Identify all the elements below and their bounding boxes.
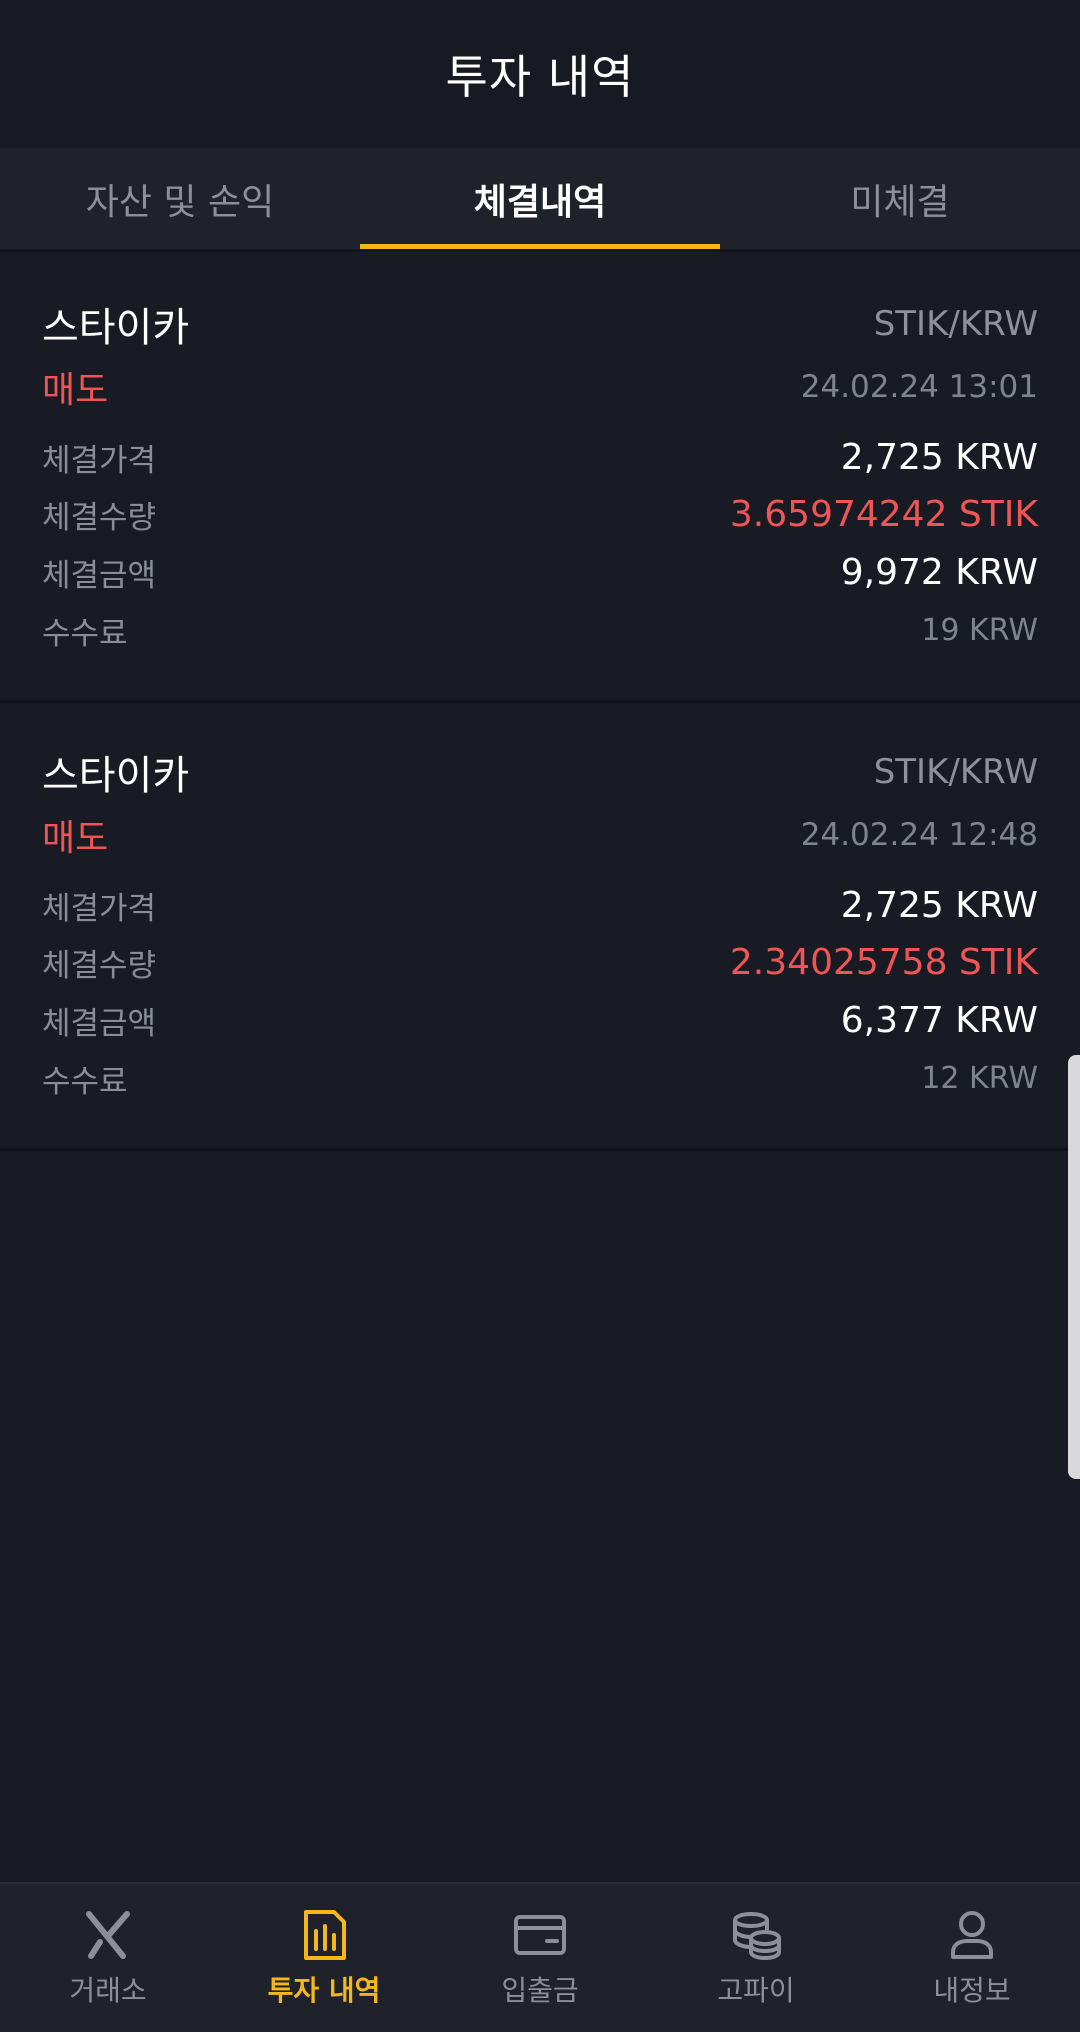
report-icon <box>296 1907 352 1963</box>
trade-item[interactable]: 스타이카 STIK/KRW 매도 24.02.24 12:48 체결가격 2,7… <box>0 703 1080 1151</box>
nav-label: 고파이 <box>717 1974 795 2007</box>
quantity-value: 3.65974242 STIK <box>729 494 1038 535</box>
trade-datetime: 24.02.24 13:01 <box>800 369 1038 405</box>
trade-item[interactable]: 스타이카 STIK/KRW 매도 24.02.24 13:01 체결가격 2,7… <box>0 255 1080 703</box>
coin-name: 스타이카 <box>42 753 190 799</box>
wallet-icon <box>512 1907 568 1963</box>
nav-deposit-withdraw[interactable]: 입출금 <box>432 1884 648 2032</box>
tab-bar: 자산 및 손익 체결내역 미체결 <box>0 148 1080 252</box>
coins-icon <box>728 1907 784 1963</box>
bottom-nav: 거래소 투자 내역 입출금 고파이 내정보 <box>0 1882 1080 2032</box>
amount-value: 6,377 KRW <box>840 1000 1038 1041</box>
tab-open-orders[interactable]: 미체결 <box>720 148 1080 249</box>
exchange-x-icon <box>80 1907 136 1963</box>
fee-label: 수수료 <box>42 1064 128 1100</box>
quantity-value: 2.34025758 STIK <box>729 942 1038 983</box>
nav-label: 입출금 <box>501 1974 579 2007</box>
order-side: 매도 <box>42 370 109 411</box>
tab-assets-pnl[interactable]: 자산 및 손익 <box>0 148 360 249</box>
quantity-label: 체결수량 <box>42 948 157 984</box>
trade-datetime: 24.02.24 12:48 <box>800 817 1038 853</box>
nav-label: 거래소 <box>69 1974 147 2007</box>
amount-value: 9,972 KRW <box>840 552 1038 593</box>
fee-value: 12 KRW <box>921 1061 1038 1096</box>
quantity-label: 체결수량 <box>42 500 157 536</box>
nav-label: 투자 내역 <box>267 1974 381 2007</box>
price-label: 체결가격 <box>42 443 157 479</box>
header: 투자 내역 <box>0 0 1080 148</box>
order-side: 매도 <box>42 818 109 859</box>
nav-investment-history[interactable]: 투자 내역 <box>216 1884 432 2032</box>
trading-pair: STIK/KRW <box>873 752 1038 792</box>
fee-value: 19 KRW <box>921 613 1038 648</box>
nav-gopax[interactable]: 고파이 <box>648 1884 864 2032</box>
tab-filled-orders[interactable]: 체결내역 <box>360 148 720 249</box>
price-label: 체결가격 <box>42 891 157 927</box>
user-icon <box>944 1907 1000 1963</box>
page-title: 투자 내역 <box>445 50 635 104</box>
trading-pair: STIK/KRW <box>873 304 1038 344</box>
fee-label: 수수료 <box>42 616 128 652</box>
nav-label: 내정보 <box>933 1974 1011 2007</box>
price-value: 2,725 KRW <box>840 437 1038 478</box>
amount-label: 체결금액 <box>42 1006 157 1042</box>
amount-label: 체결금액 <box>42 558 157 594</box>
trade-list: 스타이카 STIK/KRW 매도 24.02.24 13:01 체결가격 2,7… <box>0 255 1080 1151</box>
price-value: 2,725 KRW <box>840 885 1038 926</box>
app-root: 투자 내역 자산 및 손익 체결내역 미체결 스타이카 STIK/KRW 매도 … <box>0 0 1080 2032</box>
nav-my-info[interactable]: 내정보 <box>864 1884 1080 2032</box>
coin-name: 스타이카 <box>42 305 190 351</box>
scrollbar[interactable] <box>1068 1055 1080 1479</box>
nav-exchange[interactable]: 거래소 <box>0 1884 216 2032</box>
